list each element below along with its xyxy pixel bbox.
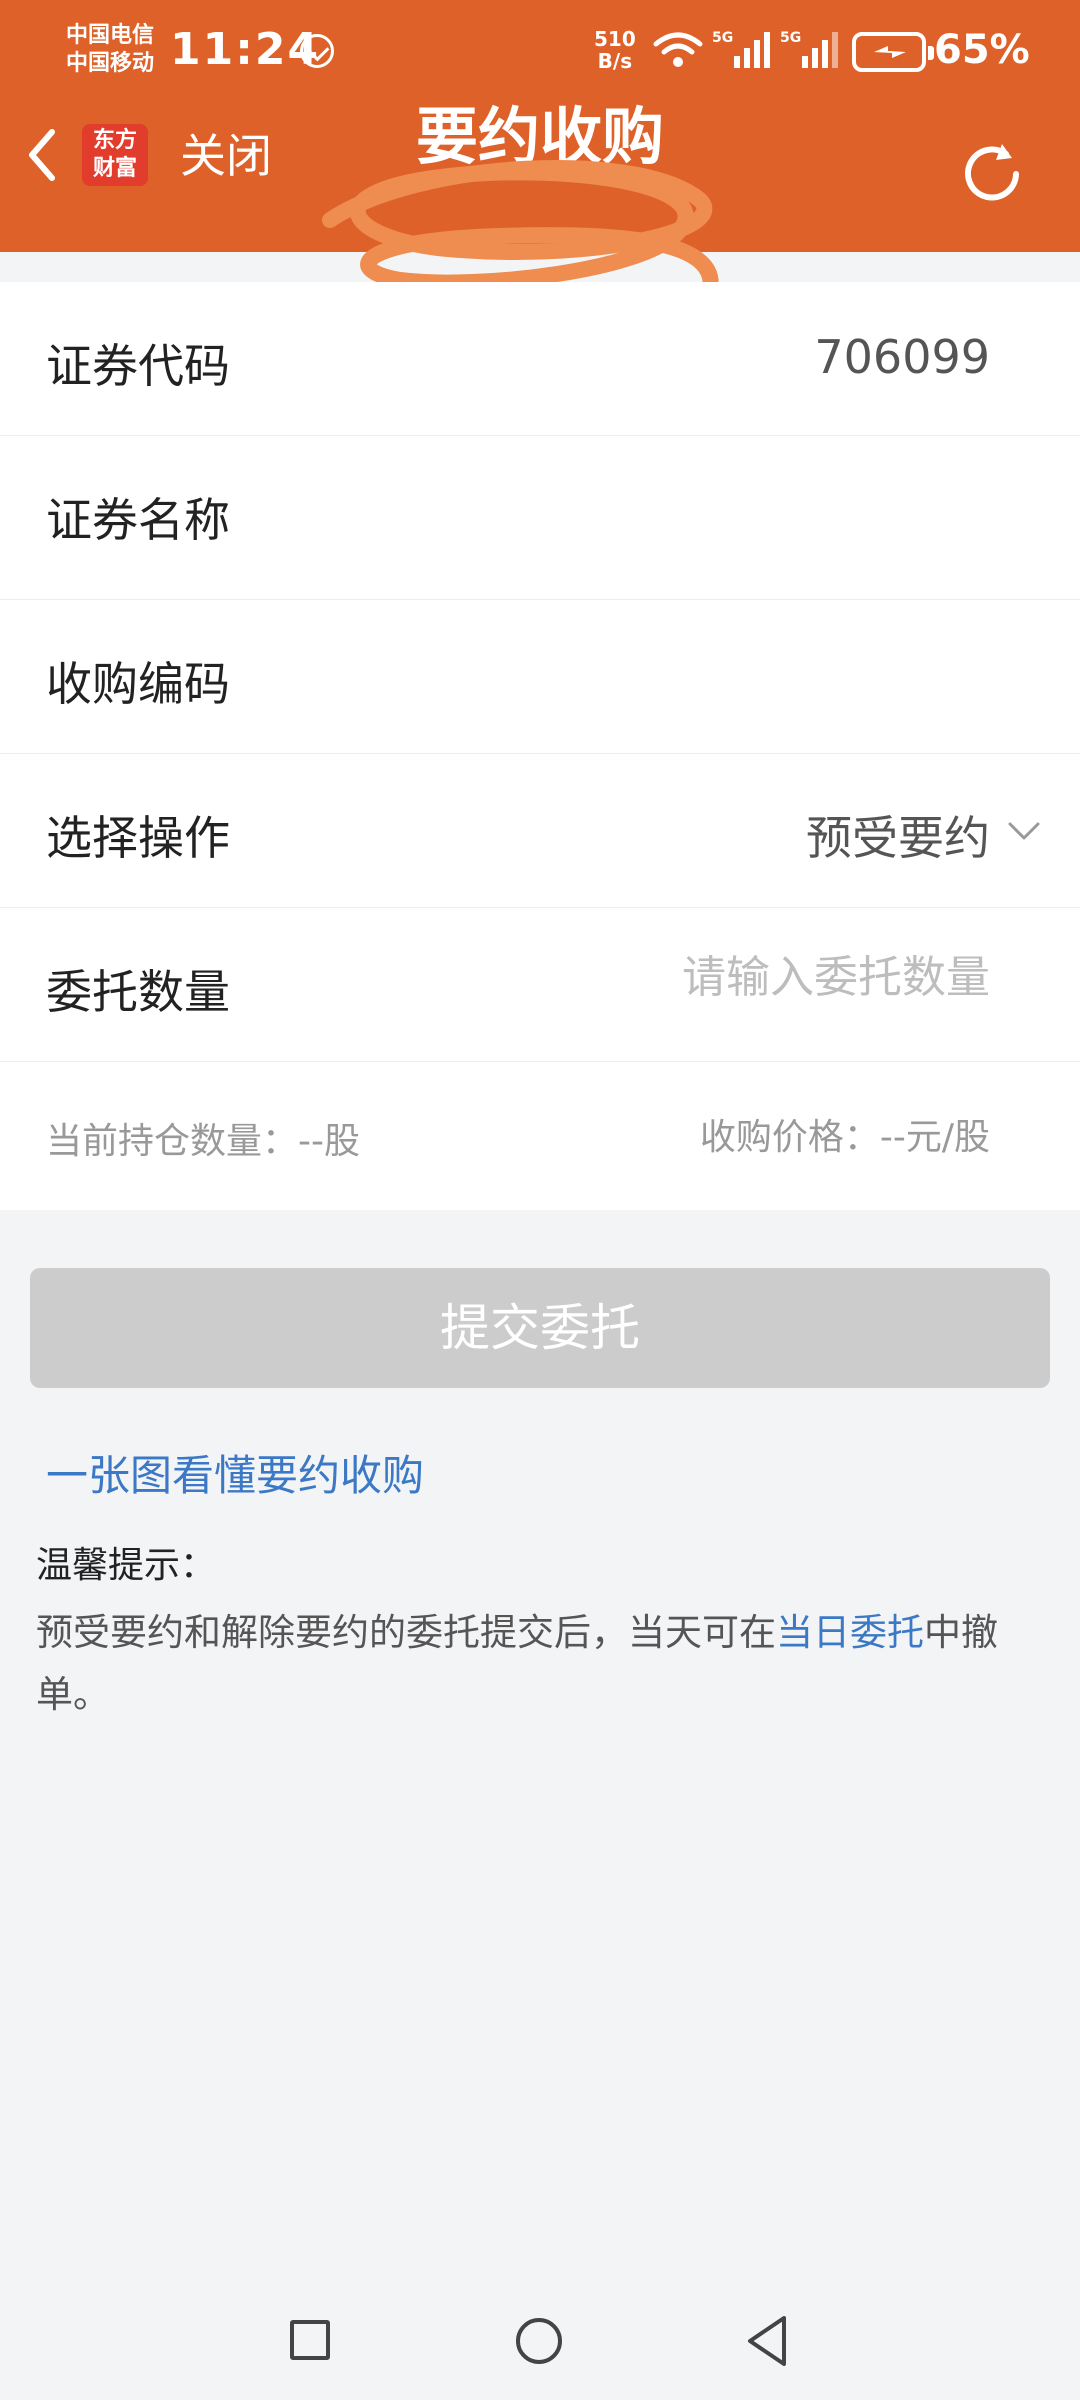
tips-title: 温馨提示：	[36, 1545, 217, 1586]
holding-quantity-info: 当前持仓数量：--股	[46, 1121, 360, 1162]
row-security-name: 证券名称	[0, 436, 1080, 600]
refresh-icon[interactable]	[952, 134, 1032, 214]
page-title: 要约收购	[415, 100, 664, 173]
today-orders-link[interactable]: 当日委托	[776, 1611, 924, 1654]
net-speed: 510 B/s	[594, 28, 636, 72]
carrier-2: 中国移动	[66, 51, 155, 76]
row-security-code: 证券代码 706099	[0, 282, 1080, 436]
row-order-quantity: 委托数量	[0, 908, 1080, 1062]
clock: 11:24	[170, 24, 321, 75]
operation-select[interactable]: 预受要约	[806, 802, 990, 868]
signal-icon: 5G	[712, 30, 770, 68]
row-acquisition-code: 收购编码	[0, 600, 1080, 754]
signal-icon: 5G	[780, 30, 838, 68]
leaf-icon	[300, 34, 334, 68]
circle-icon[interactable]	[516, 2318, 562, 2364]
signal-2-label: 5G	[780, 30, 801, 46]
tips-body: 预受要约和解除要约的委托提交后，当天可在当日委托中撤单。	[36, 1602, 1036, 1726]
battery-icon	[852, 32, 934, 72]
chevron-down-icon[interactable]	[1004, 816, 1044, 846]
security-name-label: 证券名称	[46, 493, 230, 547]
acquisition-price-info: 收购价格：--元/股	[699, 1117, 990, 1158]
carrier-labels: 中国电信 中国移动	[66, 22, 154, 78]
tips-text-prefix: 预受要约和解除要约的委托提交后，当天可在	[36, 1611, 776, 1654]
signal-1-label: 5G	[712, 30, 733, 46]
net-speed-value: 510	[594, 27, 636, 51]
carrier-1: 中国电信	[66, 23, 155, 48]
select-operation-label: 选择操作	[46, 811, 230, 865]
triangle-back-icon[interactable]	[744, 2314, 790, 2368]
order-quantity-input[interactable]	[560, 952, 990, 1003]
charging-bolt-icon	[874, 46, 906, 58]
net-speed-unit: B/s	[597, 49, 633, 73]
security-code-label: 证券代码	[46, 339, 230, 393]
offer-form: 证券代码 706099 证券名称 收购编码 选择操作 预受要约 委托数量 当前持…	[0, 282, 1080, 1210]
acquisition-code-label: 收购编码	[46, 657, 230, 711]
wifi-icon	[653, 32, 703, 67]
battery-percent: 65%	[934, 27, 1030, 73]
submit-order-button[interactable]: 提交委托	[30, 1268, 1050, 1388]
order-quantity-label: 委托数量	[46, 965, 230, 1019]
app-header: 中国电信 中国移动 11:24 510 B/s 5G 5G 65% 东方 财富 …	[0, 0, 1080, 252]
row-select-operation[interactable]: 选择操作 预受要约	[0, 754, 1080, 908]
security-code-value[interactable]: 706099	[814, 330, 990, 384]
system-nav-bar	[0, 2286, 1080, 2400]
square-icon[interactable]	[290, 2320, 330, 2360]
offer-guide-link[interactable]: 一张图看懂要约收购	[46, 1446, 424, 1506]
status-bar: 中国电信 中国移动 11:24 510 B/s 5G 5G 65%	[0, 0, 1080, 100]
